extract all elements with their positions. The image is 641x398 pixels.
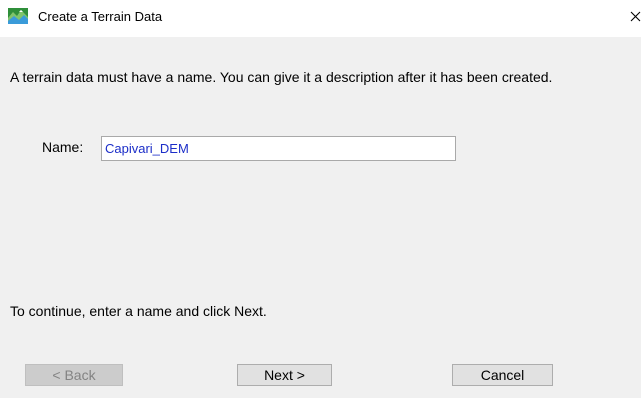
close-button[interactable] [627,0,641,30]
cancel-button[interactable]: Cancel [452,364,553,386]
create-terrain-dialog: Create a Terrain Data A terrain data mus… [0,0,641,398]
instruction-text: To continue, enter a name and click Next… [10,303,267,319]
back-button[interactable]: < Back [25,364,123,386]
name-label: Name: [42,139,84,155]
close-icon [630,11,641,22]
description-text: A terrain data must have a name. You can… [10,69,553,85]
next-button[interactable]: Next > [237,364,332,386]
title-bar[interactable]: Create a Terrain Data [0,0,641,37]
name-field[interactable] [101,136,456,161]
terrain-map-icon [8,8,28,24]
window-title: Create a Terrain Data [38,9,163,24]
